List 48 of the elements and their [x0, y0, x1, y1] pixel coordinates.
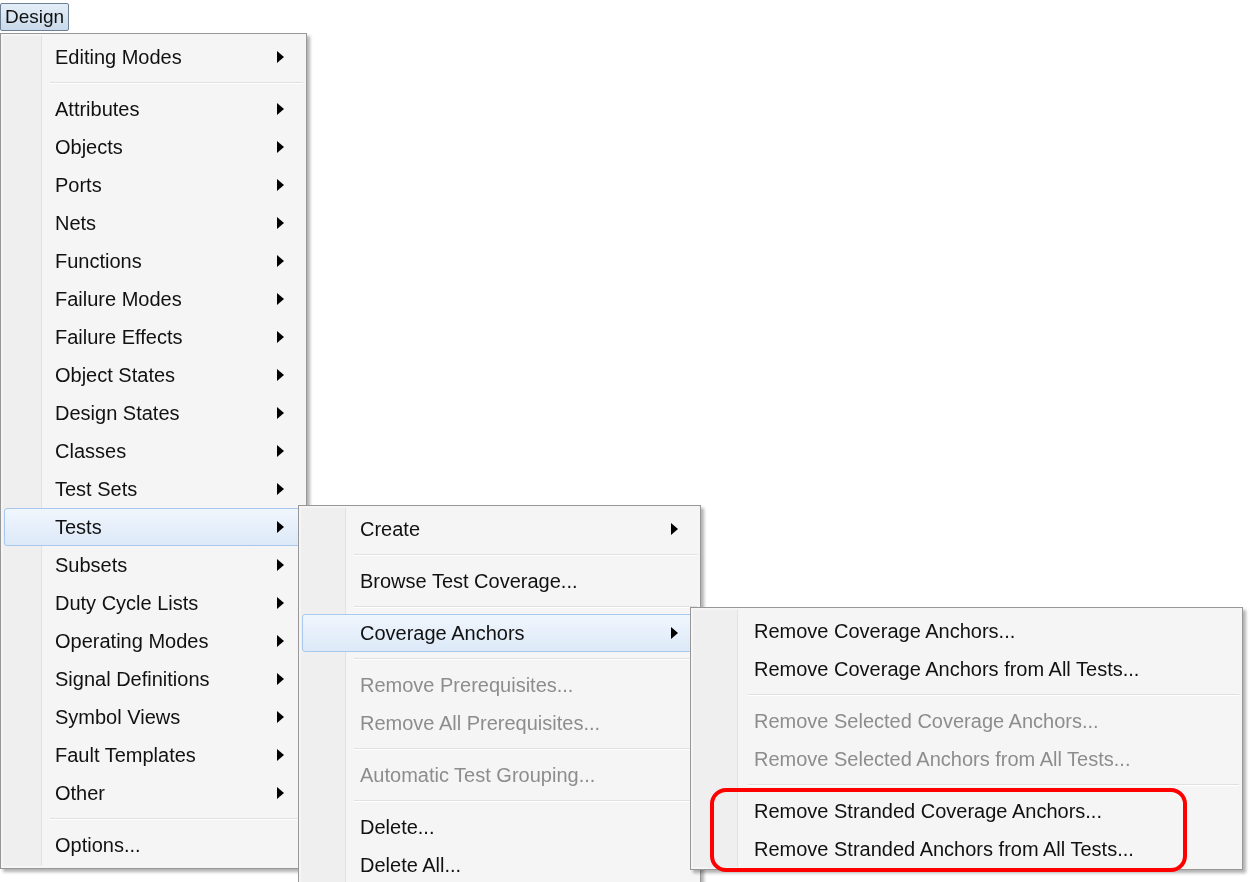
submenu-arrow-icon [277, 521, 284, 533]
menu-item[interactable]: Create [302, 510, 697, 548]
submenu-arrow-icon [671, 523, 678, 535]
menu-item[interactable]: Design States [4, 394, 303, 432]
menu-item[interactable]: Nets [4, 204, 303, 242]
submenu-arrow-icon [277, 673, 284, 685]
menu-item[interactable]: Object States [4, 356, 303, 394]
submenu-arrow-icon [277, 407, 284, 419]
submenu-arrow-icon [277, 711, 284, 723]
submenu-arrow-icon [277, 217, 284, 229]
menu-item[interactable]: Fault Templates [4, 736, 303, 774]
menu-item[interactable]: Failure Effects [4, 318, 303, 356]
menu-button[interactable]: Design [0, 3, 70, 31]
submenu-arrow-icon [277, 787, 284, 799]
menu-item[interactable]: Test Sets [4, 470, 303, 508]
submenu-arrow-icon [277, 597, 284, 609]
menu-item[interactable]: Subsets [4, 546, 303, 584]
menu-item[interactable]: Signal Definitions [4, 660, 303, 698]
menu-item[interactable]: Remove Coverage Anchors from All Tests... [694, 650, 1239, 688]
submenu-arrow-icon [277, 445, 284, 457]
submenu-arrow-icon [277, 293, 284, 305]
submenu-arrow-icon [277, 51, 284, 63]
submenu-arrow-icon [277, 369, 284, 381]
menu-item[interactable]: Objects [4, 128, 303, 166]
menu-item[interactable]: Functions [4, 242, 303, 280]
menu-item[interactable]: Duty Cycle Lists [4, 584, 303, 622]
menu-item[interactable]: Remove Stranded Anchors from All Tests... [714, 830, 1183, 868]
submenu-arrow-icon [277, 559, 284, 571]
menu-item[interactable]: Failure Modes [4, 280, 303, 318]
menu-item[interactable]: Operating Modes [4, 622, 303, 660]
menu-item[interactable]: Remove Stranded Coverage Anchors... [714, 792, 1183, 830]
submenu-arrow-icon [671, 627, 678, 639]
menu-item[interactable]: Symbol Views [4, 698, 303, 736]
menu-item[interactable]: Classes [4, 432, 303, 470]
menu-item[interactable]: Attributes [4, 90, 303, 128]
submenu-arrow-icon [277, 483, 284, 495]
submenu-arrow-icon [277, 141, 284, 153]
menu-item[interactable]: Ports [4, 166, 303, 204]
submenu-arrow-icon [277, 749, 284, 761]
menu-item[interactable]: Remove Coverage Anchors... [694, 612, 1239, 650]
submenu-arrow-icon [277, 179, 284, 191]
menu-item[interactable]: Browse Test Coverage... [302, 562, 697, 600]
submenu-arrow-icon [277, 635, 284, 647]
menu-item[interactable]: Editing Modes [4, 38, 303, 76]
submenu-arrow-icon [277, 255, 284, 267]
submenu-arrow-icon [277, 331, 284, 343]
submenu-arrow-icon [277, 103, 284, 115]
menu-item[interactable]: Other [4, 774, 303, 812]
